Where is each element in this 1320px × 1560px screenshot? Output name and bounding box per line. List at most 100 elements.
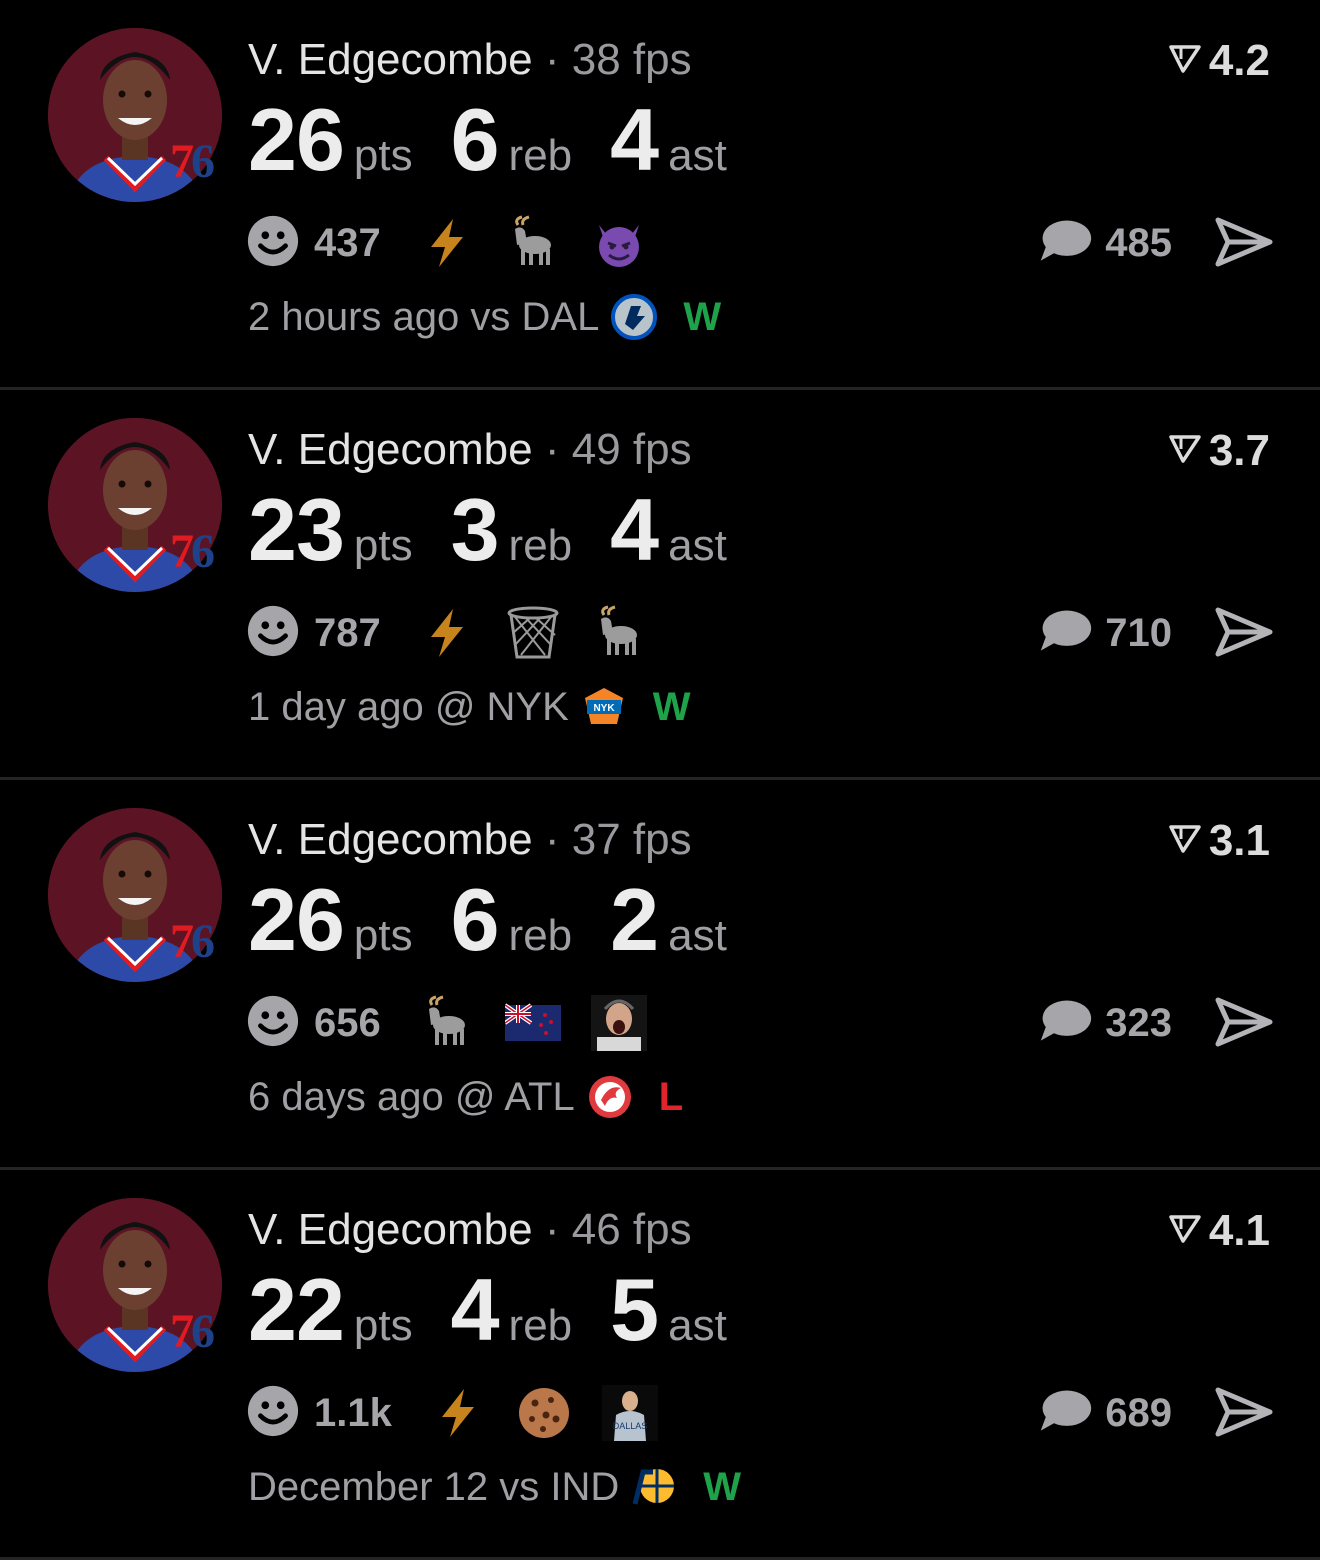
fps-label: 46 fps (571, 1205, 692, 1254)
stat-value: 4 (450, 1260, 500, 1359)
player-name[interactable]: V. Edgecombe (248, 425, 533, 474)
separator: · (544, 815, 560, 864)
feed-post[interactable]: 76 V. Edgecombe · 38 fps 4.2 26 pts 6 re… (0, 0, 1320, 390)
game-meta: December 12 vs IND W (248, 1464, 741, 1510)
stat-label: pts (353, 131, 413, 180)
comment-button[interactable]: 323 (1037, 994, 1172, 1052)
game-meta: 1 day ago @ NYK NYK W (248, 684, 691, 730)
share-button[interactable] (1214, 994, 1274, 1050)
devil-icon[interactable] (591, 215, 647, 271)
stat-1: 6 reb (451, 876, 573, 964)
lightning-icon[interactable] (419, 215, 475, 271)
send-icon (1214, 1387, 1274, 1444)
stat-1: 6 reb (451, 96, 573, 184)
feed-post[interactable]: 76 V. Edgecombe · 46 fps 4.1 22 pts 4 re… (0, 1170, 1320, 1560)
share-button[interactable] (1214, 214, 1274, 270)
team-badge-seven: 7 (170, 915, 194, 968)
team-badge: 76 (170, 1305, 215, 1358)
rating-icon (1167, 1206, 1203, 1256)
lightning-icon[interactable] (430, 1385, 486, 1441)
stat-0: 26 pts (248, 96, 413, 184)
stat-value: 26 (248, 90, 345, 189)
stat-label: pts (353, 1301, 413, 1350)
opponent-label[interactable]: @ ATL (455, 1075, 575, 1120)
player-name[interactable]: V. Edgecombe (248, 35, 533, 84)
stat-2: 5 ast (610, 1266, 727, 1354)
stat-value: 5 (610, 1260, 659, 1359)
game-meta: 6 days ago @ ATL L (248, 1074, 683, 1120)
stat-label: pts (353, 521, 413, 570)
nyk-logo-icon: NYK (581, 684, 627, 730)
smiley-react-icon[interactable] (246, 214, 300, 273)
team-badge-six: 6 (191, 915, 215, 968)
share-button[interactable] (1214, 1384, 1274, 1440)
player-sticker-icon[interactable]: DALLAS (601, 1385, 658, 1441)
reaction-count[interactable]: 787 (314, 611, 381, 656)
dal-logo-icon (611, 294, 658, 340)
stat-1: 3 reb (451, 486, 573, 574)
reaction-count[interactable]: 656 (314, 1001, 381, 1046)
smiley-react-icon[interactable] (246, 1384, 300, 1443)
rating-badge[interactable]: 3.7 (1167, 426, 1270, 476)
screaming-announcer-icon[interactable] (590, 995, 647, 1051)
stat-0: 26 pts (248, 876, 413, 964)
team-badge-seven: 7 (170, 1305, 194, 1358)
comment-bubble-icon (1037, 997, 1093, 1050)
team-badge: 76 (170, 138, 215, 186)
separator: · (544, 425, 560, 474)
comment-button[interactable]: 710 (1037, 604, 1172, 662)
feed-post[interactable]: 76 V. Edgecombe · 49 fps 3.7 23 pts 3 re… (0, 390, 1320, 780)
reaction-bar: 437 (246, 214, 677, 272)
rating-badge[interactable]: 4.2 (1167, 36, 1270, 86)
game-result: W (683, 294, 722, 339)
opponent-label[interactable]: @ NYK (435, 685, 569, 730)
opponent-label[interactable]: vs IND (499, 1465, 619, 1510)
rating-badge[interactable]: 3.1 (1167, 816, 1270, 866)
rating-badge[interactable]: 4.1 (1167, 1206, 1270, 1256)
lightning-icon[interactable] (419, 605, 475, 661)
reaction-bar: 656 (246, 994, 677, 1052)
stat-2: 2 ast (610, 876, 727, 964)
team-badge: 76 (170, 915, 215, 968)
stat-label: reb (508, 1301, 573, 1350)
share-button[interactable] (1214, 604, 1274, 660)
opponent-label[interactable]: vs DAL (470, 295, 599, 340)
separator: · (544, 35, 560, 84)
player-name[interactable]: V. Edgecombe (248, 1205, 533, 1254)
game-meta: 2 hours ago vs DAL W (248, 294, 721, 340)
new-zealand-flag-icon[interactable] (504, 995, 561, 1051)
goat-icon[interactable] (505, 215, 561, 271)
smiley-react-icon[interactable] (246, 604, 300, 663)
stat-value: 4 (610, 90, 659, 189)
smiley-react-icon[interactable] (246, 994, 300, 1053)
comment-bubble-icon (1037, 1387, 1093, 1440)
stat-value: 6 (450, 870, 500, 969)
stat-value: 3 (450, 480, 500, 579)
game-result: W (703, 1464, 742, 1509)
stat-2: 4 ast (610, 486, 727, 574)
player-name[interactable]: V. Edgecombe (248, 815, 533, 864)
team-badge: 76 (170, 525, 215, 578)
comment-count: 323 (1105, 1000, 1172, 1045)
team-badge-seven: 7 (170, 525, 194, 578)
post-time: 6 days ago (248, 1074, 444, 1119)
send-icon (1214, 607, 1274, 664)
comment-button[interactable]: 485 (1037, 214, 1172, 272)
stat-value: 26 (248, 870, 345, 969)
stat-0: 23 pts (248, 486, 413, 574)
stat-value: 22 (248, 1260, 345, 1359)
rating-icon (1167, 816, 1203, 866)
stat-value: 6 (450, 90, 500, 189)
goat-icon[interactable] (419, 995, 475, 1051)
goat-icon[interactable] (591, 605, 647, 661)
stat-label: pts (353, 911, 413, 960)
stat-line: 26 pts 6 reb 4 ast (248, 96, 765, 184)
comment-button[interactable]: 689 (1037, 1384, 1172, 1442)
cookie-icon[interactable] (516, 1385, 572, 1441)
reaction-count[interactable]: 1.1k (314, 1391, 392, 1436)
rating-icon (1167, 426, 1203, 476)
basketball-net-icon[interactable] (505, 605, 561, 661)
reaction-count[interactable]: 437 (314, 221, 381, 266)
feed-post[interactable]: 76 V. Edgecombe · 37 fps 3.1 26 pts 6 re… (0, 780, 1320, 1170)
rating-value: 4.2 (1208, 36, 1270, 85)
